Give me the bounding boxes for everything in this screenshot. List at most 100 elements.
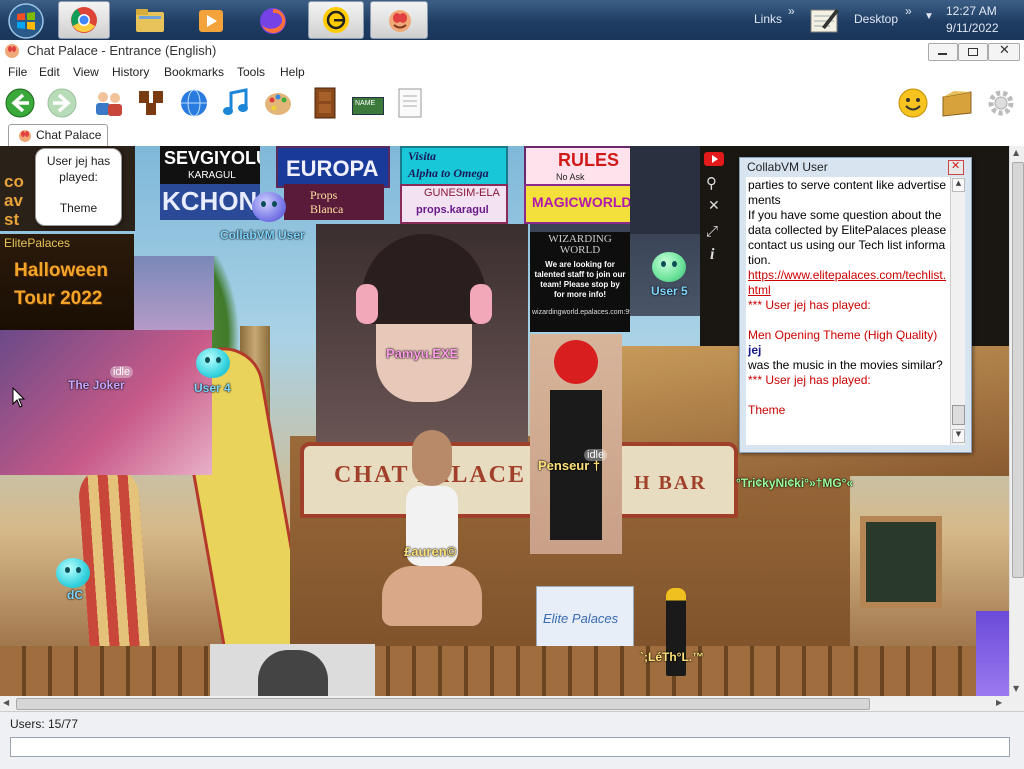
paint-palette-icon[interactable]: [262, 87, 294, 119]
props-blanca-prop: Props Blanca: [284, 184, 384, 220]
name-sign-icon[interactable]: NAME: [352, 89, 384, 117]
user-name-trickynicki[interactable]: °Tri¢kyNi¢ki°»†MG°«: [736, 476, 853, 490]
joker-avatar-image: [0, 330, 212, 475]
status-bar: Users: 15/77: [0, 711, 1024, 769]
vscroll-down-icon[interactable]: ▼: [1013, 684, 1019, 693]
user-name-user4[interactable]: User 4: [194, 381, 231, 395]
info-icon[interactable]: i: [710, 246, 714, 264]
menu-help[interactable]: Help: [280, 65, 305, 79]
tab-chat-palace[interactable]: Chat Palace: [8, 124, 108, 146]
vscroll-thumb[interactable]: [1012, 162, 1024, 578]
vertical-scrollbar[interactable]: ▲ ▼: [1009, 146, 1024, 696]
menu-tools[interactable]: Tools: [237, 65, 265, 79]
sevgiyolu-prop: SEVGIYOLU KARAGUL: [160, 146, 260, 184]
chat-line[interactable]: https://www.elitepalaces.com/techlist.ht…: [748, 268, 948, 298]
hscroll-left-icon[interactable]: ◀: [3, 698, 9, 707]
door-icon[interactable]: [312, 86, 338, 120]
links-toolbar-label[interactable]: Links: [754, 12, 782, 26]
taskbar-firefox[interactable]: [248, 1, 298, 39]
menu-view[interactable]: View: [73, 65, 99, 79]
scroll-corner: [1009, 696, 1024, 711]
taskbar-explorer[interactable]: [126, 1, 176, 39]
users-count: Users: 15/77: [10, 717, 79, 731]
right-edge-prop: [976, 611, 1009, 696]
chat-log-panel[interactable]: CollabVM User ✕ parties to serve content…: [739, 157, 972, 453]
palace-room-view[interactable]: CHAT PALACE H BAR Elite Palaces co av st U…: [0, 146, 1009, 696]
halloween-label: Halloween: [14, 260, 108, 281]
tour-label: Tour 2022: [14, 288, 103, 309]
tab-smiley-icon: [19, 130, 31, 142]
clock-time[interactable]: 12:27 AM: [946, 4, 997, 18]
taskbar-palace-app[interactable]: [308, 1, 364, 39]
user-name-user5[interactable]: User 5: [651, 284, 688, 298]
clock-date[interactable]: 9/11/2022: [946, 21, 999, 35]
hscroll-thumb[interactable]: [16, 698, 870, 710]
log-document-icon[interactable]: [396, 87, 424, 119]
links-chevron-icon[interactable]: »: [788, 4, 795, 18]
user-name-collabvm[interactable]: CollabVM User: [220, 228, 305, 242]
taskbar-chrome[interactable]: [58, 1, 110, 39]
close-x-icon[interactable]: ✕: [708, 198, 720, 214]
chat-close-icon: ✕: [951, 159, 961, 172]
hscroll-right-icon[interactable]: ▶: [996, 698, 1002, 707]
tab-label: Chat Palace: [36, 128, 102, 142]
user-name-dc[interactable]: dC: [67, 588, 83, 602]
smiley-face-icon[interactable]: [897, 87, 929, 119]
props-bag-icon[interactable]: [940, 87, 974, 119]
chat-line: [748, 313, 948, 328]
horizontal-scrollbar[interactable]: ◀ ▶: [0, 696, 1009, 711]
name-sign-label: NAME: [355, 100, 376, 107]
zoom-icon[interactable]: ⚲: [706, 174, 717, 192]
scroll-down-arrow-icon[interactable]: ▼: [952, 429, 965, 443]
dc-avatar[interactable]: [56, 558, 90, 588]
user5-avatar[interactable]: [652, 252, 686, 282]
menu-edit[interactable]: Edit: [39, 65, 60, 79]
music-icon[interactable]: [220, 87, 252, 119]
menu-file[interactable]: File: [8, 65, 27, 79]
chat-line: parties to serve content like advertisem…: [748, 178, 947, 207]
forward-arrow-icon[interactable]: [46, 87, 78, 119]
taskbar-media[interactable]: [188, 1, 234, 39]
user-name-joker[interactable]: The Joker: [68, 378, 125, 392]
user-name-lauren[interactable]: £auren©: [404, 544, 456, 559]
globe-icon[interactable]: [178, 87, 210, 119]
lauren-avatar-image: [362, 426, 502, 646]
collabvm-user-avatar[interactable]: [252, 192, 286, 222]
close-button[interactable]: ✕: [988, 43, 1020, 61]
users-icon[interactable]: [92, 87, 126, 119]
minimize-icon: [938, 53, 947, 55]
start-button[interactable]: [2, 1, 52, 39]
fence: [0, 646, 1009, 696]
halloween-tour-prop: ElitePalaces Halloween Tour 2022: [0, 234, 134, 330]
taskbar-chat-palace[interactable]: [370, 1, 428, 39]
palace-toolbar: NAME: [0, 82, 1024, 124]
chat-line: [748, 388, 948, 403]
youtube-icon[interactable]: [704, 152, 724, 166]
user-name-pamyu[interactable]: Pamyu.EXE: [386, 346, 458, 361]
minimize-button[interactable]: [928, 43, 958, 61]
bubble-line3: Theme: [59, 201, 98, 215]
desktop-chevron-icon[interactable]: »: [905, 4, 912, 18]
notepad-icon[interactable]: [808, 5, 840, 35]
user-name-lethl[interactable]: `;LéTh°L.™: [640, 650, 704, 664]
menu-history[interactable]: History: [112, 65, 149, 79]
chat-scroll-thumb[interactable]: [952, 405, 965, 425]
chat-input[interactable]: [10, 737, 1010, 757]
rooms-icon[interactable]: [136, 87, 168, 119]
desktop-toolbar-label[interactable]: Desktop: [854, 12, 898, 26]
back-arrow-icon[interactable]: [4, 87, 36, 119]
tray-arrow-icon[interactable]: ▼: [924, 11, 934, 22]
menu-bookmarks[interactable]: Bookmarks: [164, 65, 224, 79]
gear-icon[interactable]: [986, 88, 1016, 118]
hut-window: [860, 516, 942, 608]
chat-log-content[interactable]: parties to serve content like advertisem…: [746, 177, 950, 445]
chat-panel-close-button[interactable]: ✕: [948, 159, 964, 175]
penseur-avatar-image: [530, 334, 622, 554]
maximize-button[interactable]: [958, 43, 988, 61]
elitepalaces-label: ElitePalaces: [4, 236, 71, 250]
chat-scrollbar[interactable]: ▲ ▼: [950, 177, 965, 445]
scroll-up-arrow-icon[interactable]: ▲: [952, 178, 965, 192]
vscroll-up-icon[interactable]: ▲: [1013, 148, 1019, 157]
user4-avatar[interactable]: [196, 348, 230, 378]
expand-icon[interactable]: ⤢: [706, 222, 718, 240]
